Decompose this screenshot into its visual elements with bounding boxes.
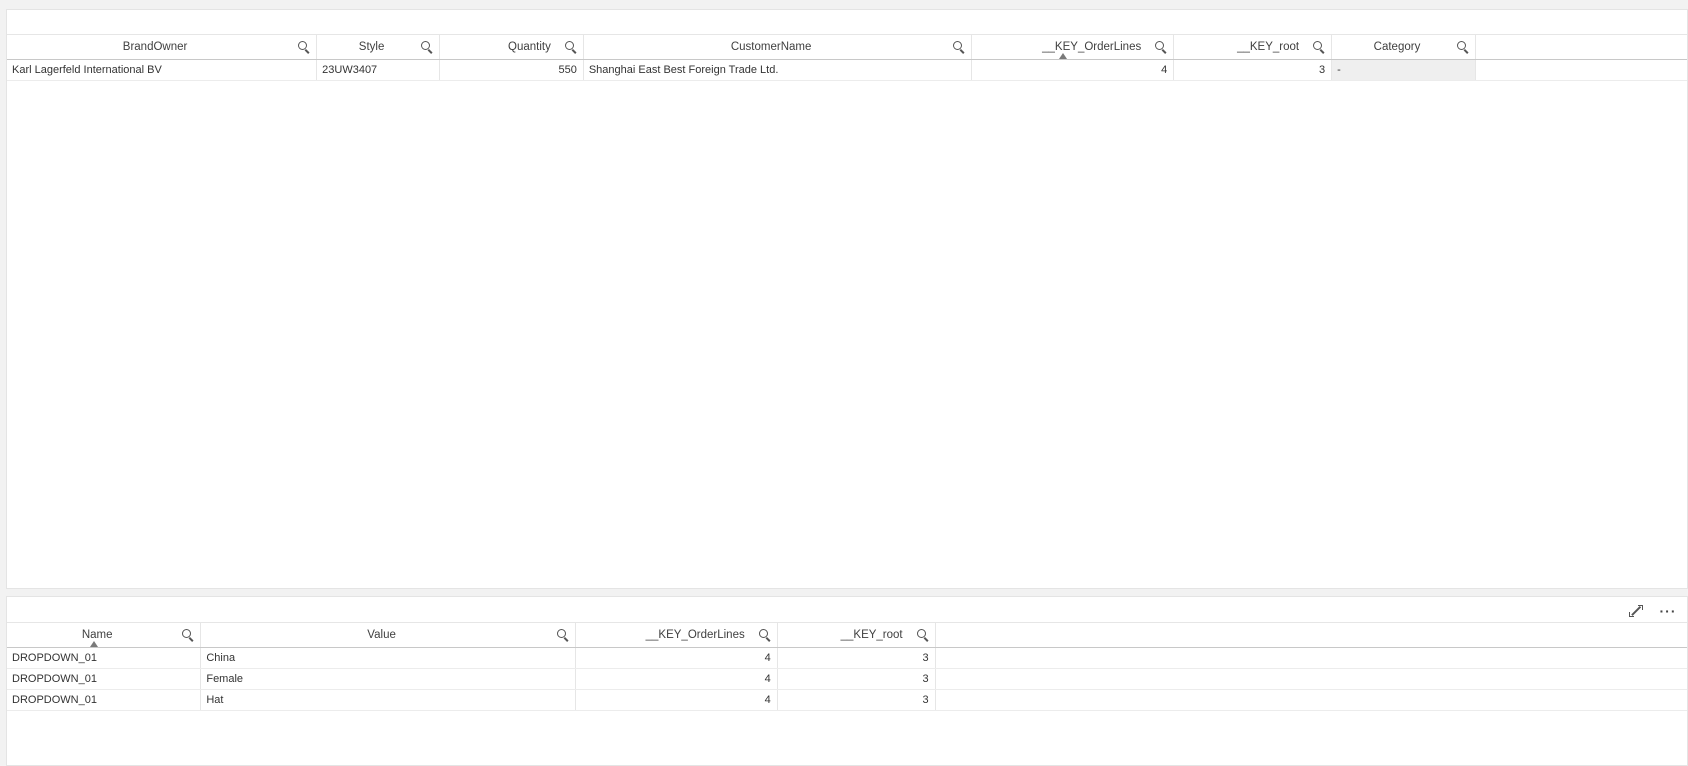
cell-customername[interactable]: Shanghai East Best Foreign Trade Ltd.: [583, 59, 973, 81]
search-icon[interactable]: [298, 41, 310, 53]
search-icon[interactable]: [758, 629, 771, 641]
column-label: Name: [81, 629, 113, 641]
cell-name[interactable]: DROPDOWN_01: [7, 668, 202, 690]
column-header-key-root[interactable]: __KEY_root: [1173, 34, 1333, 60]
column-label: Style: [358, 41, 385, 53]
column-header-key-root[interactable]: __KEY_root: [777, 622, 936, 648]
column-header-key-orderlines[interactable]: __KEY_OrderLines: [971, 34, 1175, 60]
column-header-name[interactable]: Name: [7, 622, 202, 648]
column-label: __KEY_OrderLines: [1042, 41, 1142, 53]
cell-key-root[interactable]: 3: [777, 647, 936, 669]
header-filler: [1475, 34, 1687, 60]
row-filler: [935, 668, 1687, 690]
table-row[interactable]: DROPDOWN_01 Female 4 3: [7, 668, 1687, 690]
row-filler: [1475, 59, 1687, 81]
column-label: BrandOwner: [122, 41, 188, 53]
expand-icon[interactable]: [1627, 603, 1645, 619]
dropdown-values-table: Name Value __KEY_OrderLines __KEY_root D…: [7, 622, 1687, 711]
column-label: CustomerName: [730, 41, 812, 53]
column-label: Category: [1373, 41, 1421, 53]
cell-key-root[interactable]: 3: [1173, 59, 1333, 81]
cell-value[interactable]: Female: [200, 668, 576, 690]
sort-ascending-icon: [90, 641, 98, 647]
search-icon[interactable]: [916, 629, 929, 641]
column-label: __KEY_root: [840, 629, 903, 641]
cell-value[interactable]: Hat: [200, 689, 576, 711]
search-icon[interactable]: [564, 41, 577, 53]
cell-style[interactable]: 23UW3407: [316, 59, 440, 81]
cell-brandowner[interactable]: Karl Lagerfeld International BV: [7, 59, 318, 81]
cell-key-root[interactable]: 3: [777, 689, 936, 711]
cell-key-root[interactable]: 3: [777, 668, 936, 690]
top-table-panel: BrandOwner Style Quantity CustomerName _…: [6, 9, 1688, 589]
bottom-table-panel: ··· Name Value __KEY_OrderLines __KEY_ro…: [6, 596, 1688, 766]
cell-key-orderlines[interactable]: 4: [971, 59, 1175, 81]
cell-key-orderlines[interactable]: 4: [575, 647, 778, 669]
order-lines-table: BrandOwner Style Quantity CustomerName _…: [7, 34, 1687, 81]
column-label: Quantity: [508, 41, 551, 53]
search-icon[interactable]: [1313, 41, 1325, 53]
column-header-style[interactable]: Style: [316, 34, 440, 60]
header-filler: [935, 622, 1687, 648]
row-filler: [935, 689, 1687, 711]
column-header-brandowner[interactable]: BrandOwner: [7, 34, 318, 60]
more-options-button[interactable]: ···: [1659, 603, 1677, 619]
column-label: __KEY_root: [1237, 41, 1300, 53]
cell-name[interactable]: DROPDOWN_01: [7, 689, 202, 711]
column-label: __KEY_OrderLines: [645, 629, 745, 641]
table-row[interactable]: DROPDOWN_01 China 4 3: [7, 647, 1687, 669]
column-header-category[interactable]: Category: [1331, 34, 1476, 60]
table-row[interactable]: DROPDOWN_01 Hat 4 3: [7, 689, 1687, 711]
search-icon[interactable]: [421, 41, 433, 53]
column-header-value[interactable]: Value: [200, 622, 576, 648]
search-icon[interactable]: [953, 41, 965, 53]
sort-ascending-icon: [1059, 53, 1068, 59]
cell-value[interactable]: China: [200, 647, 576, 669]
search-icon[interactable]: [1456, 41, 1469, 53]
table-row[interactable]: Karl Lagerfeld International BV 23UW3407…: [7, 59, 1687, 81]
column-header-key-orderlines[interactable]: __KEY_OrderLines: [575, 622, 778, 648]
table-header-row: BrandOwner Style Quantity CustomerName _…: [7, 34, 1687, 60]
cell-quantity[interactable]: 550: [439, 59, 584, 81]
search-icon[interactable]: [1155, 41, 1167, 53]
cell-name[interactable]: DROPDOWN_01: [7, 647, 202, 669]
cell-category[interactable]: -: [1331, 59, 1476, 81]
column-header-customername[interactable]: CustomerName: [583, 34, 973, 60]
column-header-quantity[interactable]: Quantity: [439, 34, 584, 60]
cell-key-orderlines[interactable]: 4: [575, 689, 778, 711]
column-label: Value: [367, 629, 396, 641]
row-filler: [935, 647, 1687, 669]
table-header-row: Name Value __KEY_OrderLines __KEY_root: [7, 622, 1687, 648]
panel-toolbar: ···: [1627, 603, 1677, 619]
search-icon[interactable]: [556, 629, 569, 641]
search-icon[interactable]: [182, 629, 194, 641]
cell-key-orderlines[interactable]: 4: [575, 668, 778, 690]
